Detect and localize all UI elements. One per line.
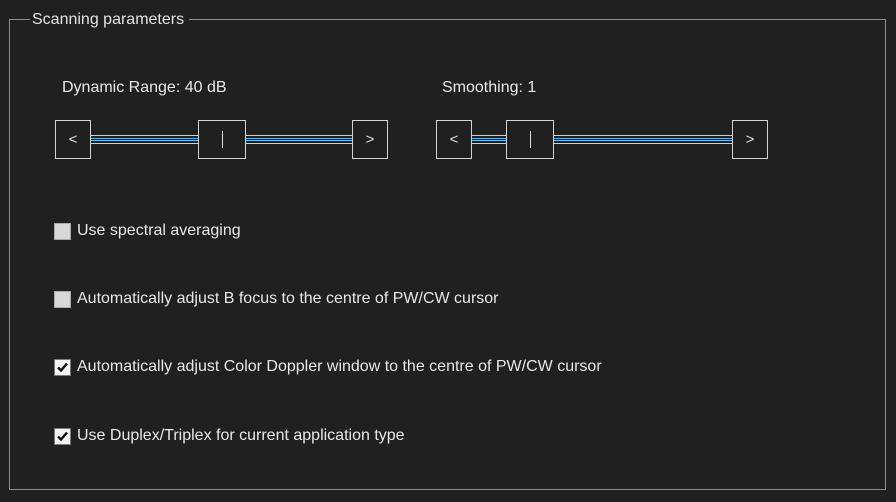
chevron-right-icon: > [745, 131, 755, 148]
smoothing-decrement-button[interactable]: < [436, 120, 472, 159]
dynamic-range-label: Dynamic Range: 40 dB [62, 79, 227, 96]
auto-b-focus-checkbox-row[interactable]: Automatically adjust B focus to the cent… [54, 288, 499, 310]
checkmark-icon [57, 362, 68, 372]
dynamic-range-slider[interactable]: < > [55, 120, 388, 159]
auto-color-doppler-label: Automatically adjust Color Doppler windo… [77, 358, 602, 375]
duplex-triplex-checkbox[interactable] [54, 427, 71, 445]
spectral-averaging-label: Use spectral averaging [77, 222, 241, 239]
chevron-right-icon: > [365, 131, 375, 148]
smoothing-thumb[interactable] [506, 120, 554, 159]
dynamic-range-decrement-button[interactable]: < [55, 120, 91, 159]
auto-b-focus-label: Automatically adjust B focus to the cent… [77, 290, 499, 307]
auto-color-doppler-checkbox-row[interactable]: Automatically adjust Color Doppler windo… [54, 356, 602, 378]
smoothing-slider[interactable]: < > [436, 120, 768, 159]
duplex-triplex-checkbox-row[interactable]: Use Duplex/Triplex for current applicati… [54, 425, 405, 447]
dynamic-range-thumb[interactable] [198, 120, 246, 159]
auto-b-focus-checkbox[interactable] [54, 290, 71, 308]
chevron-left-icon: < [449, 131, 459, 148]
spectral-averaging-checkbox-row[interactable]: Use spectral averaging [54, 220, 241, 242]
smoothing-label: Smoothing: 1 [442, 79, 537, 96]
smoothing-increment-button[interactable]: > [732, 120, 768, 159]
dynamic-range-increment-button[interactable]: > [352, 120, 388, 159]
checkmark-icon [57, 431, 68, 441]
grip-icon [529, 131, 531, 148]
duplex-triplex-label: Use Duplex/Triplex for current applicati… [77, 427, 405, 444]
spectral-averaging-checkbox[interactable] [54, 222, 71, 240]
chevron-left-icon: < [68, 131, 78, 148]
grip-icon [221, 131, 223, 148]
auto-color-doppler-checkbox[interactable] [54, 358, 71, 376]
groupbox-title: Scanning parameters [30, 11, 190, 29]
